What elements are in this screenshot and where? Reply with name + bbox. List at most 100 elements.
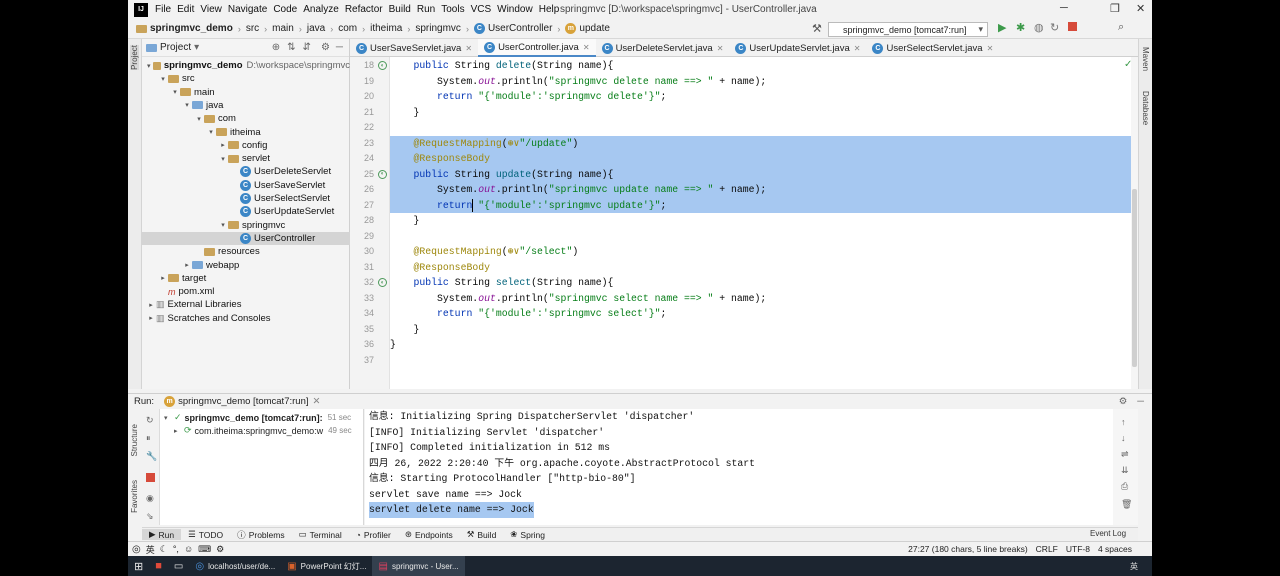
breadcrumb-item[interactable]: itheima xyxy=(370,23,402,34)
indent-setting[interactable]: 4 spaces xyxy=(1098,544,1132,554)
tree-item[interactable]: ▾ springmvc xyxy=(142,219,350,232)
project-tool-label[interactable]: Project xyxy=(130,45,139,70)
menu-navigate[interactable]: Navigate xyxy=(225,4,270,15)
tree-item[interactable]: C UserController xyxy=(142,231,350,245)
chevron-down-icon[interactable]: ▾ xyxy=(182,101,192,109)
tree-item[interactable]: ▸ target xyxy=(142,272,350,285)
restore-icon[interactable]: ❐ xyxy=(1110,2,1120,15)
chevron-down-icon[interactable]: ▾ xyxy=(164,414,174,422)
chevron-down-icon[interactable]: ▾ xyxy=(194,115,204,123)
editor-tab[interactable]: C UserSaveServlet.java ✕ xyxy=(350,39,478,57)
menu-file[interactable]: File xyxy=(152,4,174,15)
hide-icon[interactable]: ─ xyxy=(1137,396,1144,407)
tree-item[interactable]: ▾ src xyxy=(142,72,350,85)
tree-item[interactable]: C UserUpdateServlet xyxy=(142,205,350,218)
console-output[interactable]: 信息: Initializing Spring DispatcherServle… xyxy=(365,409,1113,525)
editor-tab[interactable]: C UserSelectServlet.java ✕ xyxy=(866,39,999,57)
editor-tab[interactable]: C UserUpdateServlet.java ✕ xyxy=(729,39,866,57)
breadcrumb-item[interactable]: java xyxy=(307,23,325,34)
menu-window[interactable]: Window xyxy=(494,4,536,15)
tool-window-spring[interactable]: ❀ Spring xyxy=(503,529,552,540)
breadcrumb-item[interactable]: springmvc_demo xyxy=(136,23,233,34)
close-icon[interactable]: ✕ xyxy=(854,44,861,53)
close-icon[interactable]: ✕ xyxy=(717,44,724,53)
minimize-icon[interactable]: ─ xyxy=(1060,2,1068,14)
stop-icon[interactable] xyxy=(1068,22,1077,31)
database-tool-label[interactable]: Database xyxy=(1141,91,1150,125)
tree-item[interactable]: ▾ springmvc_demo D:\workspace\springmvc xyxy=(142,59,350,72)
stop-icon[interactable] xyxy=(146,473,155,482)
tool-window-run[interactable]: ▶ Run xyxy=(142,529,182,540)
breadcrumb-item[interactable]: springmvc xyxy=(415,23,461,34)
menu-run[interactable]: Run xyxy=(414,4,438,15)
taskbar-item[interactable]: ◎ localhost/user/de... xyxy=(189,556,281,576)
project-panel-title[interactable]: Project xyxy=(160,42,191,53)
tree-item[interactable]: ▾ main xyxy=(142,86,350,99)
tree-item[interactable]: resources xyxy=(142,245,350,258)
ime-indicator[interactable]: 英 xyxy=(1130,561,1138,572)
down-arrow-icon[interactable]: ↓ xyxy=(1121,433,1126,443)
bean-icon[interactable]: ◐ xyxy=(378,278,387,287)
breadcrumb-item[interactable]: C UserController xyxy=(473,23,552,34)
search-icon[interactable]: ⌕ xyxy=(1118,21,1124,34)
expand-all-icon[interactable]: ⇅ xyxy=(287,42,295,53)
chevron-right-icon[interactable]: ▸ xyxy=(158,274,168,282)
editor-tab[interactable]: C UserController.java ✕ xyxy=(478,39,596,57)
chevron-right-icon[interactable]: ▸ xyxy=(174,427,184,435)
scroll-end-icon[interactable]: ⇊ xyxy=(1121,465,1129,476)
collapse-all-icon[interactable]: ⇵ xyxy=(303,42,311,53)
pause-icon[interactable]: ⏸ xyxy=(146,433,151,444)
favorites-tool-label[interactable]: Favorites xyxy=(130,480,139,513)
taskbar-item[interactable]: ▤ springmvc - User... xyxy=(372,556,465,576)
taskbar-item[interactable]: ▣ PowerPoint 幻灯... xyxy=(281,556,372,576)
wrench-icon[interactable]: 🔧 xyxy=(146,451,157,462)
hide-icon[interactable]: ─ xyxy=(336,42,343,53)
pin-icon[interactable]: ⇘ xyxy=(146,511,154,522)
breadcrumb-item[interactable]: com xyxy=(338,23,357,34)
breadcrumb-item[interactable]: m update xyxy=(565,23,610,34)
chevron-down-icon[interactable]: ▾ xyxy=(194,42,199,53)
coverage-icon[interactable]: ◍ xyxy=(1034,21,1044,34)
chevron-down-icon[interactable]: ▾ xyxy=(218,221,228,229)
chevron-right-icon[interactable]: ▸ xyxy=(146,314,156,322)
structure-tool-label[interactable]: Structure xyxy=(130,424,139,456)
menu-code[interactable]: Code xyxy=(270,4,300,15)
menu-build[interactable]: Build xyxy=(386,4,414,15)
gear-icon[interactable]: ⚙ xyxy=(1119,396,1128,407)
tree-item[interactable]: ▸ config xyxy=(142,139,350,152)
close-icon[interactable]: ✕ xyxy=(1136,2,1145,15)
menu-analyze[interactable]: Analyze xyxy=(300,4,342,15)
chevron-down-icon[interactable]: ▾ xyxy=(158,75,168,83)
up-arrow-icon[interactable]: ↑ xyxy=(1121,417,1126,427)
tool-window-endpoints[interactable]: ⊛ Endpoints xyxy=(398,529,460,540)
profile-icon[interactable]: ↻ xyxy=(1050,21,1059,34)
menu-edit[interactable]: Edit xyxy=(174,4,197,15)
caret-position[interactable]: 27:27 (180 chars, 5 line breaks) xyxy=(908,544,1028,554)
close-icon[interactable]: ✕ xyxy=(465,44,472,53)
emoji-icon[interactable]: ☺ xyxy=(184,544,193,554)
maven-tool-label[interactable]: Maven xyxy=(1141,47,1150,71)
run-config-select[interactable]: springmvc_demo [tomcat7:run] ▾ xyxy=(828,22,988,37)
ime-indicator[interactable]: 英 xyxy=(146,543,155,556)
tree-item[interactable]: m pom.xml xyxy=(142,285,350,298)
breadcrumb-item[interactable]: src xyxy=(246,23,259,34)
editor-scrollbar[interactable] xyxy=(1131,57,1138,389)
tool-window-build[interactable]: ⚒ Build xyxy=(460,529,504,540)
rerun-icon[interactable]: ↻ xyxy=(146,415,154,426)
tree-item[interactable]: C UserSaveServlet xyxy=(142,179,350,192)
close-icon[interactable]: ✕ xyxy=(313,396,321,407)
scrollbar-thumb[interactable] xyxy=(1132,189,1137,367)
tool-window-problems[interactable]: ⓘ Problems xyxy=(230,529,291,541)
close-icon[interactable]: ✕ xyxy=(583,43,590,52)
tree-item[interactable]: ▸ ▥ Scratches and Consoles xyxy=(142,312,350,325)
gear-icon[interactable]: ⚙ xyxy=(216,544,224,555)
chevron-right-icon[interactable]: ▸ xyxy=(218,141,228,149)
chevron-down-icon[interactable]: ▾ xyxy=(145,62,153,70)
tree-item[interactable]: ▾ servlet xyxy=(142,152,350,165)
tree-item[interactable]: ▸ ▥ External Libraries xyxy=(142,298,350,311)
moon-icon[interactable]: ☾ xyxy=(160,544,168,555)
breadcrumb-item[interactable]: main xyxy=(272,23,294,34)
tree-item[interactable]: ▾ itheima xyxy=(142,126,350,139)
run-tree-item[interactable]: ▸ ⟳ com.itheima:springmvc_demo:w 49 sec xyxy=(174,424,362,437)
chevron-right-icon[interactable]: ▸ xyxy=(182,261,192,269)
